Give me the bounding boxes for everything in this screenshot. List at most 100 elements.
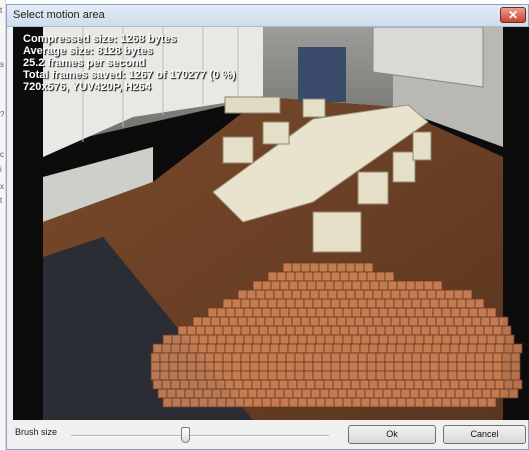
mask-cell[interactable] bbox=[269, 343, 280, 354]
mask-cell[interactable] bbox=[395, 343, 406, 354]
mask-cell[interactable] bbox=[494, 379, 505, 390]
mask-cell[interactable] bbox=[258, 298, 269, 309]
mask-cell[interactable] bbox=[366, 361, 377, 372]
mask-cell[interactable] bbox=[270, 397, 281, 408]
mask-cell[interactable] bbox=[396, 280, 407, 291]
mask-cell[interactable] bbox=[276, 352, 287, 363]
mask-cell[interactable] bbox=[211, 388, 222, 399]
mask-cell[interactable] bbox=[409, 388, 420, 399]
mask-cell[interactable] bbox=[296, 343, 307, 354]
mask-cell[interactable] bbox=[450, 307, 461, 318]
mask-cell[interactable] bbox=[303, 352, 314, 363]
mask-cell[interactable] bbox=[405, 307, 416, 318]
mask-cell[interactable] bbox=[225, 334, 236, 345]
mask-cell[interactable] bbox=[337, 388, 348, 399]
mask-cell[interactable] bbox=[458, 343, 469, 354]
mask-cell[interactable] bbox=[462, 316, 473, 327]
mask-cell[interactable] bbox=[210, 316, 221, 327]
mask-cell[interactable] bbox=[378, 307, 389, 318]
mask-cell[interactable] bbox=[312, 298, 323, 309]
mask-cell[interactable] bbox=[510, 352, 521, 363]
mask-cell[interactable] bbox=[283, 388, 294, 399]
mask-cell[interactable] bbox=[216, 397, 227, 408]
mask-cell[interactable] bbox=[186, 361, 197, 372]
mask-cell[interactable] bbox=[285, 370, 296, 381]
mask-cell[interactable] bbox=[251, 379, 262, 390]
mask-cell[interactable] bbox=[267, 325, 278, 336]
mask-cell[interactable] bbox=[240, 361, 251, 372]
mask-cell[interactable] bbox=[360, 334, 371, 345]
mask-cell[interactable] bbox=[420, 298, 431, 309]
mask-cell[interactable] bbox=[171, 397, 182, 408]
mask-cell[interactable] bbox=[384, 352, 395, 363]
mask-cell[interactable] bbox=[386, 343, 397, 354]
mask-cell[interactable] bbox=[489, 316, 500, 327]
mask-cell[interactable] bbox=[166, 388, 177, 399]
mask-cell[interactable] bbox=[215, 343, 226, 354]
mask-cell[interactable] bbox=[510, 361, 521, 372]
mask-cell[interactable] bbox=[324, 280, 335, 291]
mask-cell[interactable] bbox=[393, 370, 404, 381]
mask-cell[interactable] bbox=[438, 352, 449, 363]
mask-cell[interactable] bbox=[306, 334, 317, 345]
mask-cell[interactable] bbox=[288, 307, 299, 318]
mask-cell[interactable] bbox=[480, 316, 491, 327]
mask-cell[interactable] bbox=[359, 343, 370, 354]
mask-cell[interactable] bbox=[330, 361, 341, 372]
mask-cell[interactable] bbox=[463, 388, 474, 399]
mask-cell[interactable] bbox=[357, 370, 368, 381]
mask-cell[interactable] bbox=[206, 379, 217, 390]
mask-cell[interactable] bbox=[393, 325, 404, 336]
mask-cell[interactable] bbox=[285, 298, 296, 309]
mask-cell[interactable] bbox=[512, 379, 523, 390]
mask-cell[interactable] bbox=[486, 397, 497, 408]
mask-cell[interactable] bbox=[330, 271, 341, 282]
mask-cell[interactable] bbox=[369, 280, 380, 291]
mask-cell[interactable] bbox=[503, 379, 514, 390]
mask-cell[interactable] bbox=[438, 298, 449, 309]
mask-cell[interactable] bbox=[485, 343, 496, 354]
mask-cell[interactable] bbox=[438, 370, 449, 381]
mask-cell[interactable] bbox=[222, 352, 233, 363]
mask-cell[interactable] bbox=[332, 379, 343, 390]
mask-cell[interactable] bbox=[366, 271, 377, 282]
mask-cell[interactable] bbox=[195, 370, 206, 381]
cancel-button[interactable]: Cancel bbox=[443, 425, 526, 444]
mask-cell[interactable] bbox=[336, 289, 347, 300]
mask-cell[interactable] bbox=[287, 343, 298, 354]
mask-cell[interactable] bbox=[456, 298, 467, 309]
mask-cell[interactable] bbox=[375, 361, 386, 372]
mask-cell[interactable] bbox=[179, 343, 190, 354]
mask-cell[interactable] bbox=[310, 388, 321, 399]
mask-cell[interactable] bbox=[368, 343, 379, 354]
mask-cell[interactable] bbox=[504, 334, 515, 345]
mask-cell[interactable] bbox=[431, 343, 442, 354]
mask-cell[interactable] bbox=[510, 370, 521, 381]
mask-cell[interactable] bbox=[315, 397, 326, 408]
mask-cell[interactable] bbox=[300, 262, 311, 273]
mask-cell[interactable] bbox=[486, 334, 497, 345]
mask-cell[interactable] bbox=[285, 352, 296, 363]
mask-cell[interactable] bbox=[324, 307, 335, 318]
mask-cell[interactable] bbox=[363, 289, 374, 300]
mask-cell[interactable] bbox=[162, 397, 173, 408]
mask-cell[interactable] bbox=[402, 298, 413, 309]
mask-cell[interactable] bbox=[384, 361, 395, 372]
mask-cell[interactable] bbox=[246, 289, 257, 300]
mask-cell[interactable] bbox=[435, 289, 446, 300]
mask-cell[interactable] bbox=[447, 352, 458, 363]
mask-cell[interactable] bbox=[348, 298, 359, 309]
mask-cell[interactable] bbox=[321, 271, 332, 282]
mask-cell[interactable] bbox=[429, 325, 440, 336]
mask-cell[interactable] bbox=[330, 298, 341, 309]
mask-cell[interactable] bbox=[285, 325, 296, 336]
mask-cell[interactable] bbox=[420, 325, 431, 336]
mask-cell[interactable] bbox=[315, 280, 326, 291]
mask-cell[interactable] bbox=[445, 388, 456, 399]
mask-cell[interactable] bbox=[402, 361, 413, 372]
mask-cell[interactable] bbox=[192, 316, 203, 327]
mask-cell[interactable] bbox=[432, 397, 443, 408]
mask-cell[interactable] bbox=[261, 280, 272, 291]
mask-cell[interactable] bbox=[294, 298, 305, 309]
mask-cell[interactable] bbox=[216, 307, 227, 318]
